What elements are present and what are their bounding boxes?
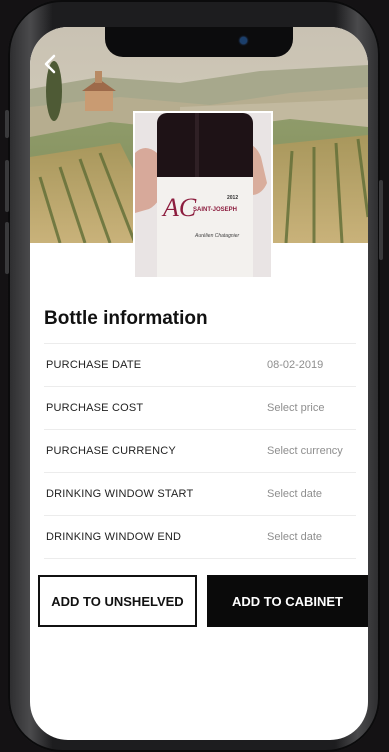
- mute-switch: [5, 110, 9, 138]
- bottle-info-list: PURCHASE DATE 08-02-2019 PURCHASE COST S…: [44, 343, 356, 559]
- app-screen: AC 2012 SAINT-JOSEPH Aurélien Chatagnier…: [30, 27, 368, 740]
- drinking-window-start-label: DRINKING WINDOW START: [46, 488, 194, 500]
- bottle-image: [135, 113, 271, 277]
- power-button: [379, 180, 383, 260]
- back-button[interactable]: [38, 51, 64, 77]
- drinking-window-end-value: Select date: [267, 531, 323, 543]
- chevron-left-icon: [44, 54, 56, 74]
- label-monogram: AC: [163, 193, 197, 222]
- purchase-cost-value: Select price: [267, 402, 325, 414]
- bottle-photo[interactable]: AC 2012 SAINT-JOSEPH Aurélien Chatagnier: [133, 111, 273, 279]
- purchase-date-row[interactable]: PURCHASE DATE 08-02-2019: [44, 343, 356, 386]
- label-vintage: 2012: [227, 195, 239, 201]
- label-signature: Aurélien Chatagnier: [195, 233, 240, 239]
- screenshot-stage: AC 2012 SAINT-JOSEPH Aurélien Chatagnier…: [0, 0, 389, 752]
- volume-down-button: [5, 222, 9, 274]
- drinking-window-end-row[interactable]: DRINKING WINDOW END Select date: [44, 515, 356, 559]
- volume-up-button: [5, 160, 9, 212]
- purchase-date-value: 08-02-2019: [267, 359, 324, 371]
- purchase-cost-row[interactable]: PURCHASE COST Select price: [44, 386, 356, 429]
- label-appellation: SAINT-JOSEPH: [193, 207, 238, 213]
- drinking-window-end-label: DRINKING WINDOW END: [46, 531, 182, 543]
- add-to-cabinet-button[interactable]: ADD TO CABINET: [207, 575, 368, 627]
- purchase-cost-label: PURCHASE COST: [46, 402, 144, 414]
- purchase-currency-row[interactable]: PURCHASE CURRENCY Select currency: [44, 429, 356, 472]
- add-to-unshelved-button[interactable]: ADD TO UNSHELVED: [38, 575, 197, 627]
- drinking-window-start-value: Select date: [267, 488, 323, 500]
- drinking-window-start-row[interactable]: DRINKING WINDOW START Select date: [44, 472, 356, 515]
- section-title: Bottle information: [44, 308, 208, 329]
- front-camera: [240, 37, 247, 44]
- purchase-currency-label: PURCHASE CURRENCY: [46, 445, 176, 457]
- phone-notch: [105, 27, 293, 57]
- purchase-date-label: PURCHASE DATE: [46, 359, 142, 371]
- purchase-currency-value: Select currency: [267, 445, 343, 457]
